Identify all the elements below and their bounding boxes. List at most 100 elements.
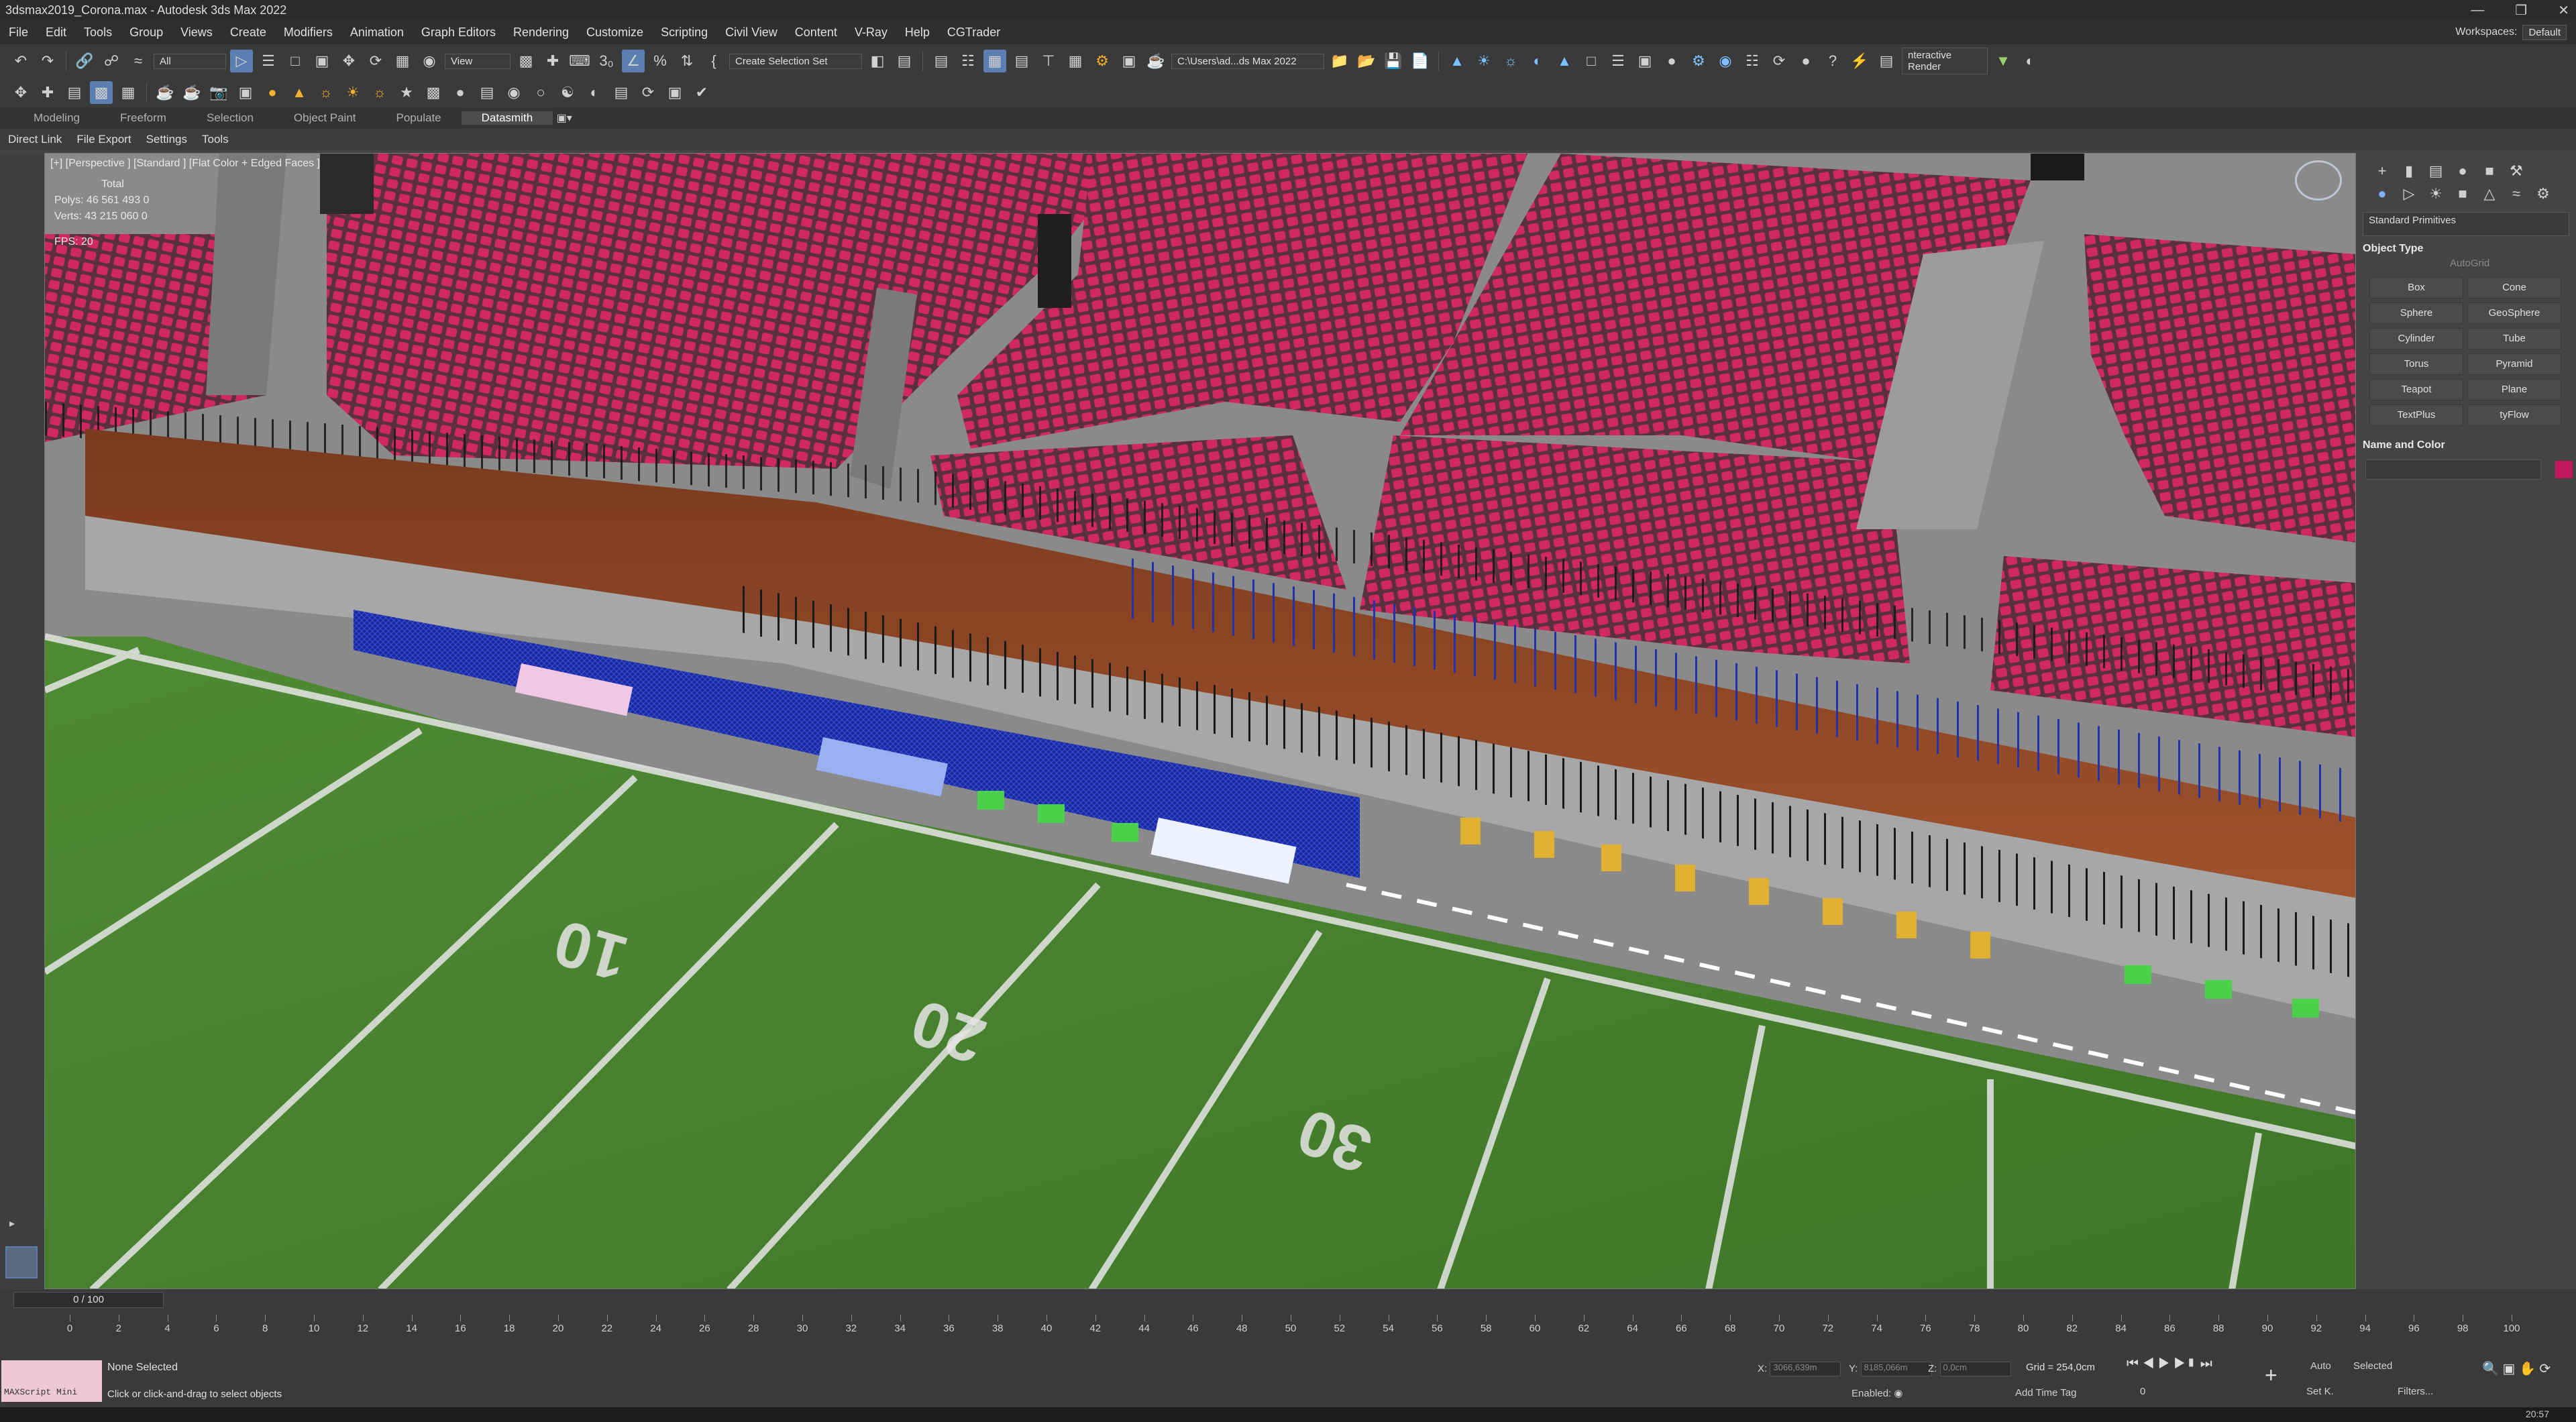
vray-light-icon[interactable]: ☀ [1472,50,1495,72]
select-by-name-icon[interactable]: ☰ [257,50,280,72]
menu-help[interactable]: Help [896,25,938,40]
menu-create[interactable]: Create [221,25,275,40]
menu-scripting[interactable]: Scripting [652,25,716,40]
workspaces-dropdown[interactable]: Default [2522,24,2567,40]
vray-plane-icon[interactable]: ▣ [1633,50,1656,72]
snap-grid-icon[interactable]: ▦ [117,81,140,104]
menu-file[interactable]: File [0,25,37,40]
subtab-direct-link[interactable]: Direct Link [8,133,62,146]
project-settings-icon[interactable]: 📄 [1409,50,1432,72]
corona-frame-icon[interactable]: ▤ [1875,50,1898,72]
camera-icon[interactable]: 📷 [207,81,230,104]
layer-explorer-icon[interactable]: ☷ [957,50,979,72]
corona-start-icon[interactable]: ▼ [1992,50,2015,72]
percent-snap-icon[interactable]: % [649,50,672,72]
checkmark-icon[interactable]: ✔ [690,81,713,104]
angle-snap-icon[interactable]: ∠ [622,50,645,72]
tab-populate[interactable]: Populate [376,111,462,125]
go-to-end-icon[interactable]: ⏭ [2200,1356,2212,1371]
set-key-button[interactable]: Set K. [2306,1386,2334,1397]
selection-filter-dropdown[interactable]: All [154,53,226,69]
zoom-icon[interactable]: 🔍 [2482,1362,2499,1376]
x-field[interactable]: 3066,639m [1770,1362,1841,1376]
lights-icon[interactable]: ☀ [2426,185,2446,203]
vray-dome-icon[interactable]: ◐ [1526,50,1549,72]
geometry-icon[interactable]: ● [2372,185,2392,203]
render-setup-icon[interactable]: ⚙ [1091,50,1114,72]
zoom-all-icon[interactable]: ▣ [2502,1362,2515,1376]
teapot-icon[interactable]: ☕ [154,81,176,104]
vray-proxy-icon[interactable]: □ [1580,50,1603,72]
undo-icon[interactable]: ↶ [9,50,32,72]
tab-freeform[interactable]: Freeform [100,111,186,125]
vray-decal-icon[interactable]: ◉ [1714,50,1737,72]
corona-render-icon[interactable]: ⚡ [1848,50,1871,72]
render-production-icon[interactable]: ☕ [1144,50,1167,72]
reference-coordinate-dropdown[interactable]: View [445,53,511,69]
vray-ies-icon[interactable]: ▲ [1553,50,1576,72]
object-name-input[interactable] [2365,459,2541,480]
light-area-icon[interactable]: ☀ [341,81,364,104]
tyflow-button[interactable]: tyFlow [2467,404,2561,426]
menu-rendering[interactable]: Rendering [504,25,578,40]
vray-frame-buffer-icon[interactable]: ▲ [1446,50,1468,72]
systems-icon[interactable]: ⚙ [2533,185,2553,203]
project-folder-icon[interactable]: 📁 [1328,50,1351,72]
z-field[interactable]: 0,0cm [1939,1362,2011,1376]
box-button[interactable]: Box [2369,277,2463,298]
unlink-icon[interactable]: ☍ [100,50,123,72]
light-spot-icon[interactable]: ▲ [288,81,311,104]
vray-lister-icon[interactable]: ☷ [1741,50,1764,72]
rotate-icon[interactable]: ⟳ [364,50,387,72]
pivot-center-icon[interactable]: ▩ [515,50,537,72]
menu-graph-editors[interactable]: Graph Editors [413,25,504,40]
scene-explorer-icon[interactable]: ▤ [930,50,953,72]
pan-icon[interactable]: ✋ [2519,1362,2536,1376]
cameras-icon[interactable]: ■ [2453,185,2473,203]
vray-fur-icon[interactable]: ☰ [1607,50,1629,72]
link-icon[interactable]: 🔗 [73,50,96,72]
menu-cgtrader[interactable]: CGTrader [938,25,1009,40]
sphere-white-icon[interactable]: ○ [529,81,552,104]
menu-vray[interactable]: V-Ray [846,25,896,40]
shadow-catcher-icon[interactable]: ◐ [583,81,606,104]
snap-pivot-icon[interactable]: ✚ [36,81,59,104]
primitive-category-dropdown[interactable]: Standard Primitives [2363,212,2569,236]
track-bar[interactable]: 0 2 4 6 8 10 12 14 16 18 20 22 24 26 28 30 32 34 36 38 40 42 4… [0,1309,2576,1350]
menu-group[interactable]: Group [121,25,172,40]
ribbon-options-icon[interactable]: ▣▾ [553,107,576,129]
camera-physical-icon[interactable]: ★ [395,81,418,104]
menu-edit[interactable]: Edit [37,25,75,40]
render-iterative-icon[interactable]: ☕ [180,81,203,104]
material-editor-icon[interactable]: ▦ [1064,50,1087,72]
project-open-icon[interactable]: 📂 [1355,50,1378,72]
rendered-frame-window-icon[interactable]: ▣ [1118,50,1140,72]
plane-button[interactable]: Plane [2467,379,2561,400]
rectangular-selection-icon[interactable]: □ [284,50,307,72]
proxy-icon[interactable]: ▩ [422,81,445,104]
helpers-icon[interactable]: △ [2479,185,2500,203]
schematic-view-icon[interactable]: ⊤ [1037,50,1060,72]
teapot-button[interactable]: Teapot [2369,379,2463,400]
tab-selection[interactable]: Selection [186,111,274,125]
tab-modeling[interactable]: Modeling [13,111,100,125]
y-field[interactable]: 8185,066m [1860,1362,1932,1376]
maxscript-listener[interactable]: MAXScript Mini [1,1360,102,1402]
vray-material-icon[interactable]: ● [1794,50,1817,72]
corona-stop-icon[interactable]: ◐ [2019,50,2041,72]
cylinder-button[interactable]: Cylinder [2369,328,2463,349]
cone-button[interactable]: Cone [2467,277,2561,298]
key-mode-dropdown[interactable]: Selected [2353,1360,2392,1372]
snaps-toggle-icon[interactable]: 3₀ [595,50,618,72]
select-manipulate-icon[interactable]: ✚ [541,50,564,72]
next-frame-icon[interactable]: ▶▮ [2174,1356,2196,1371]
viewport-label[interactable]: [+] [Perspective ] [Standard ] [Flat Col… [50,158,320,170]
motion-tab-icon[interactable]: ● [2453,162,2473,180]
tab-datasmith[interactable]: Datasmith [461,111,553,125]
spinner-snap-icon[interactable]: ⇅ [676,50,698,72]
placement-icon[interactable]: ◉ [418,50,441,72]
hierarchy-tab-icon[interactable]: ▤ [2426,162,2446,180]
proxy-export-icon[interactable]: ▤ [610,81,633,104]
torus-button[interactable]: Torus [2369,353,2463,375]
move-icon[interactable]: ✥ [337,50,360,72]
